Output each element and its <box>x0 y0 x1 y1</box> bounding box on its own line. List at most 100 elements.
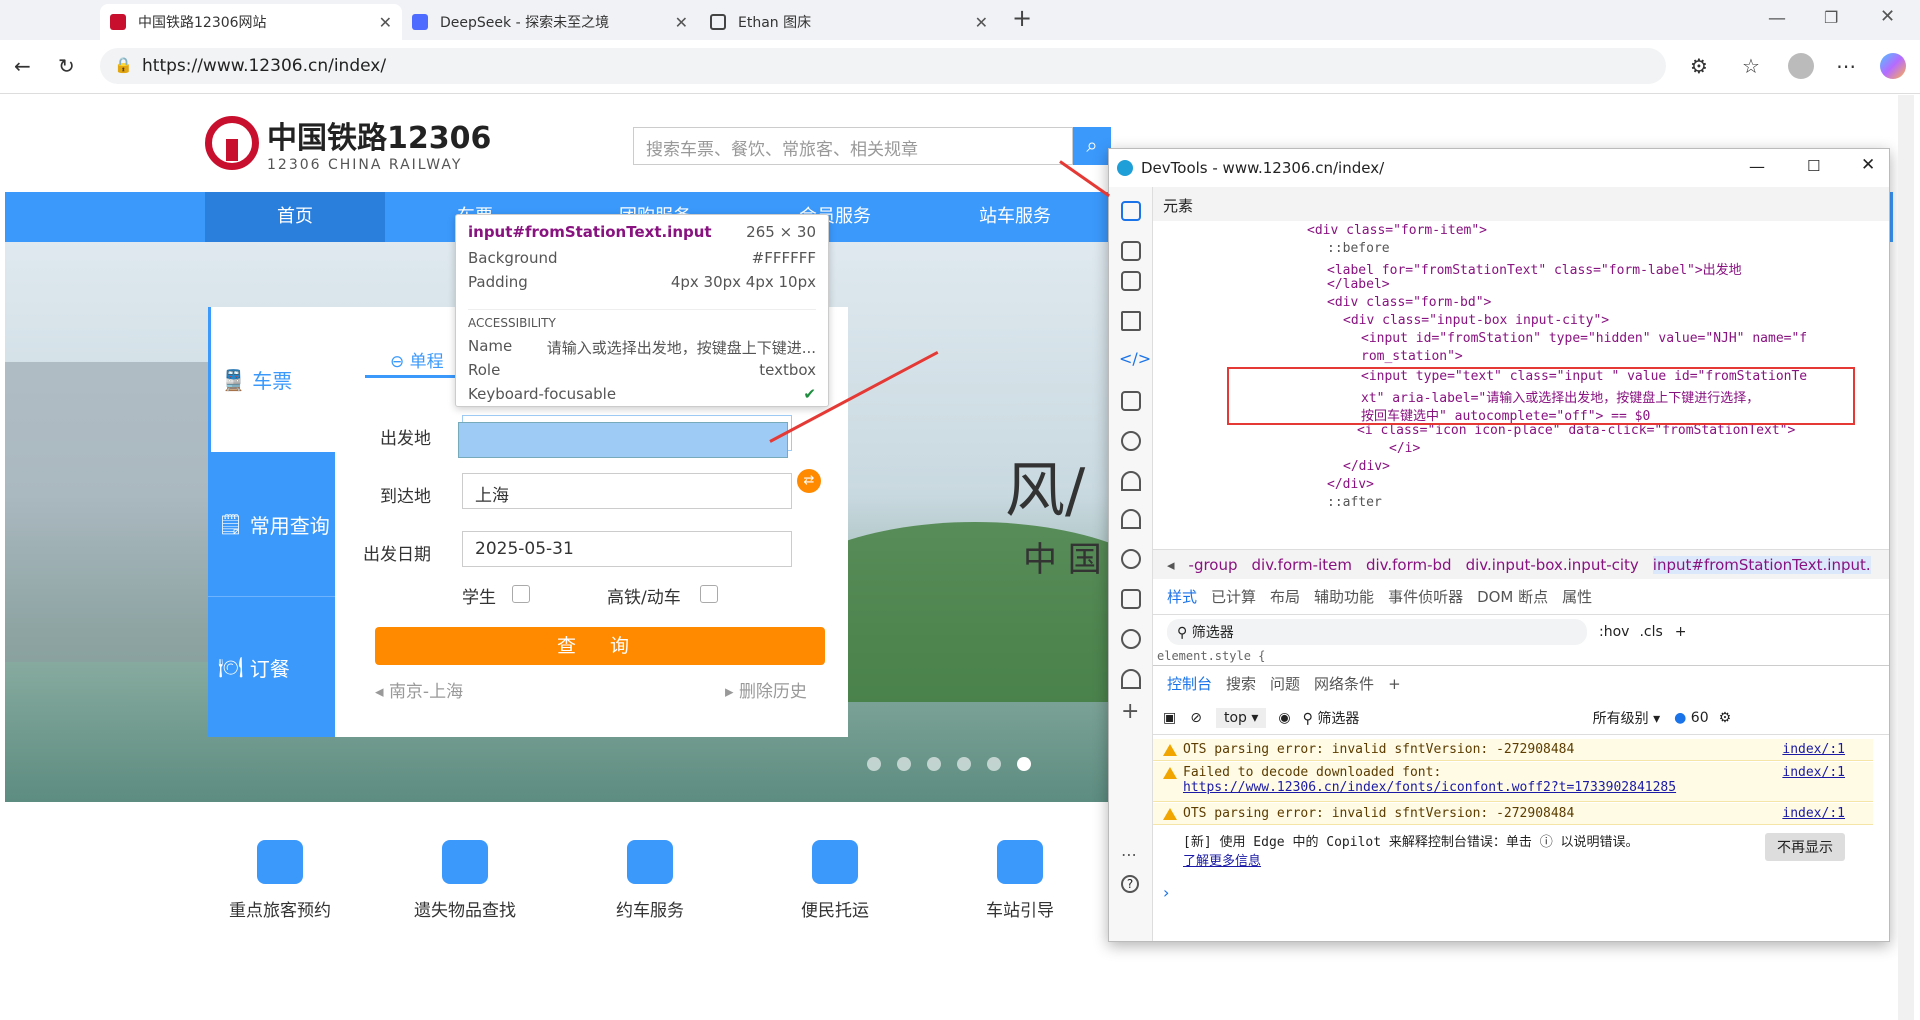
service-car[interactable]: 约车服务 <box>575 840 725 921</box>
highspeed-checkbox[interactable] <box>700 585 718 603</box>
tab-properties[interactable]: 属性 <box>1562 586 1592 607</box>
dom-node[interactable]: ::before <box>1327 241 1390 256</box>
search-button[interactable]: ⌕ <box>1073 127 1111 165</box>
carousel-dot[interactable] <box>957 757 971 771</box>
breadcrumb-item[interactable]: div.form-item <box>1252 556 1352 574</box>
font-url-link[interactable]: https://www.12306.cn/index/fonts/iconfon… <box>1183 780 1873 795</box>
service-guide[interactable]: 车站引导 <box>945 840 1095 921</box>
elements-icon[interactable]: </> <box>1119 349 1151 368</box>
tab-dom-breakpoints[interactable]: DOM 断点 <box>1477 586 1548 607</box>
extensions-icon[interactable]: ⚙ <box>1690 54 1708 78</box>
carousel-dot-active[interactable] <box>1017 757 1031 771</box>
carousel-dot[interactable] <box>897 757 911 771</box>
dom-node[interactable]: </div> <box>1343 459 1390 474</box>
favorites-icon[interactable]: ☆ <box>1742 54 1760 78</box>
service-shipping[interactable]: 便民托运 <box>760 840 910 921</box>
dom-node[interactable]: <i class="icon icon-place" data-click="f… <box>1357 423 1795 438</box>
dom-node[interactable]: </i> <box>1389 441 1420 456</box>
breadcrumb-item-active[interactable]: input#fromStationText.input. <box>1652 555 1871 574</box>
hov-button[interactable]: :hov <box>1599 624 1629 640</box>
search-icon[interactable] <box>1121 629 1141 649</box>
clear-console-icon[interactable]: ⊘ <box>1190 710 1202 726</box>
help-icon[interactable]: ? <box>1121 875 1139 893</box>
side-menu-tickets[interactable]: 🚆 车票 <box>208 307 335 452</box>
dismiss-button[interactable]: 不再显示 <box>1765 833 1845 861</box>
plus-icon[interactable]: + <box>1012 4 1032 32</box>
log-levels-select[interactable]: 所有级别 ▾ <box>1593 708 1660 728</box>
maximize-icon[interactable]: ☐ <box>1807 157 1820 175</box>
inspect-icon[interactable] <box>1121 201 1141 221</box>
settings-gear-icon[interactable] <box>1121 549 1141 569</box>
sidebar-toggle-icon[interactable]: ▣ <box>1163 710 1176 726</box>
source-link[interactable]: index/:1 <box>1782 742 1845 757</box>
tab-styles[interactable]: 样式 <box>1167 586 1197 607</box>
tab-search[interactable]: 搜索 <box>1226 673 1256 694</box>
dom-node[interactable]: </div> <box>1327 477 1374 492</box>
query-button[interactable]: 查 询 <box>375 627 825 665</box>
close-icon[interactable]: ✕ <box>975 13 988 32</box>
carousel-dot[interactable] <box>867 757 881 771</box>
maximize-icon[interactable]: ❐ <box>1824 8 1838 27</box>
minimize-icon[interactable]: — <box>1749 157 1765 176</box>
more-icon[interactable]: ⋯ <box>1836 54 1856 78</box>
copilot-icon[interactable] <box>1880 53 1906 79</box>
eye-icon[interactable]: ◉ <box>1278 710 1290 726</box>
site-search-input[interactable]: 搜索车票、餐饮、常旅客、相关规章 <box>633 127 1073 165</box>
bug-icon[interactable] <box>1121 431 1141 451</box>
network-icon[interactable] <box>1121 471 1141 491</box>
side-menu-meal[interactable]: 🍽 订餐 <box>208 597 335 737</box>
dom-node[interactable]: <div class="form-bd"> <box>1327 295 1491 310</box>
carousel-dot[interactable] <box>927 757 941 771</box>
close-icon[interactable]: ✕ <box>1861 155 1875 175</box>
breadcrumb-item[interactable]: div.input-box.input-city <box>1466 556 1639 574</box>
tab-event-listeners[interactable]: 事件侦听器 <box>1388 586 1463 607</box>
application-icon[interactable] <box>1121 589 1141 609</box>
service-priority[interactable]: 重点旅客预约 <box>205 840 355 921</box>
breadcrumb-item[interactable]: -group <box>1189 556 1238 574</box>
context-select[interactable]: top ▾ <box>1215 707 1267 728</box>
device-icon[interactable] <box>1121 241 1141 261</box>
to-station-input[interactable]: 上海 <box>462 473 792 509</box>
history-item[interactable]: ◂ 南京-上海 <box>375 677 463 702</box>
tab-network-conditions[interactable]: 网络条件 <box>1314 673 1374 694</box>
close-window-icon[interactable]: ✕ <box>1880 6 1895 27</box>
carousel-dot[interactable] <box>987 757 1001 771</box>
swap-icon[interactable]: ⇄ <box>797 469 821 493</box>
close-icon[interactable]: ✕ <box>379 13 392 32</box>
dom-node[interactable]: <div class="input-box input-city"> <box>1343 313 1609 328</box>
side-menu-query[interactable]: 🗒 常用查询 <box>208 452 335 597</box>
console-icon[interactable] <box>1121 391 1141 411</box>
tab-accessibility[interactable]: 辅助功能 <box>1314 586 1374 607</box>
welcome-icon[interactable] <box>1121 271 1141 291</box>
console-prompt-icon[interactable]: › <box>1163 883 1169 902</box>
source-link[interactable]: index/:1 <box>1782 806 1845 821</box>
performance-icon[interactable] <box>1121 509 1141 529</box>
url-field[interactable]: 🔒 https://www.12306.cn/index/ <box>100 48 1666 84</box>
service-lost-found[interactable]: 遗失物品查找 <box>390 840 540 921</box>
console-settings-icon[interactable]: ⚙ <box>1719 710 1732 726</box>
add-rule-icon[interactable]: + <box>1675 624 1687 640</box>
dom-node[interactable]: rom_station"> <box>1361 349 1463 364</box>
tab-one-way[interactable]: ⊖ 单程 <box>390 347 444 372</box>
home-icon[interactable] <box>1121 311 1141 331</box>
breadcrumb-item[interactable]: div.form-bd <box>1366 556 1452 574</box>
dom-node[interactable]: <label for="fromStationText" class="form… <box>1327 259 1742 278</box>
source-link[interactable]: index/:1 <box>1782 765 1845 780</box>
page-scrollbar[interactable] <box>1898 95 1914 1020</box>
dom-node[interactable]: <div class="form-item"> <box>1307 223 1487 238</box>
tab-ethan[interactable]: Ethan 图床 ✕ <box>700 4 998 40</box>
delete-history-link[interactable]: ▸ 删除历史 <box>725 677 807 702</box>
issues-badge[interactable]: ● 60 <box>1674 710 1709 726</box>
date-input[interactable]: 2025-05-31 <box>462 531 792 567</box>
tab-issues[interactable]: 问题 <box>1270 673 1300 694</box>
add-tool-icon[interactable]: + <box>1121 699 1139 724</box>
student-checkbox[interactable] <box>512 585 530 603</box>
nav-station[interactable]: 站车服务 <box>925 192 1105 242</box>
minimize-icon[interactable]: — <box>1768 8 1786 29</box>
network-conditions-icon[interactable] <box>1121 669 1141 689</box>
more-tools-icon[interactable]: ⋯ <box>1121 845 1137 864</box>
nav-home[interactable]: 首页 <box>205 192 385 242</box>
console-filter-input[interactable]: ⚲ 筛选器 <box>1303 708 1593 728</box>
tab-12306[interactable]: 中国铁路12306网站 ✕ <box>100 4 402 40</box>
tab-deepseek[interactable]: DeepSeek - 探索未至之境 ✕ <box>402 4 698 40</box>
